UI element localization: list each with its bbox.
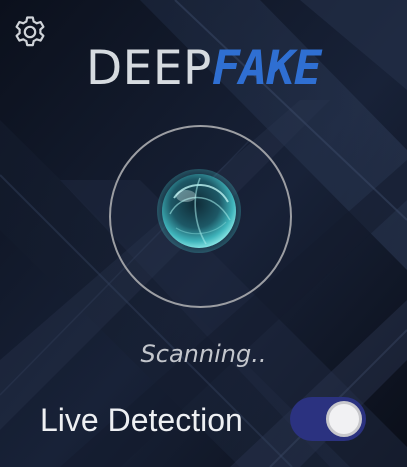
live-detection-row: Live Detection [40,396,380,444]
app-logo: DEEPFAKE [0,38,407,100]
scan-status-text: Scanning.. [140,340,267,368]
live-detection-toggle[interactable] [290,397,366,441]
logo-word-deep: DEEP [85,41,212,96]
logo-word-fake: FAKE [211,41,322,96]
scan-orb-icon [157,169,241,253]
live-detection-label: Live Detection [40,402,243,438]
app-window: DEEPFAKE Scanning.. Live Detection [0,0,407,467]
toggle-knob [326,401,362,437]
